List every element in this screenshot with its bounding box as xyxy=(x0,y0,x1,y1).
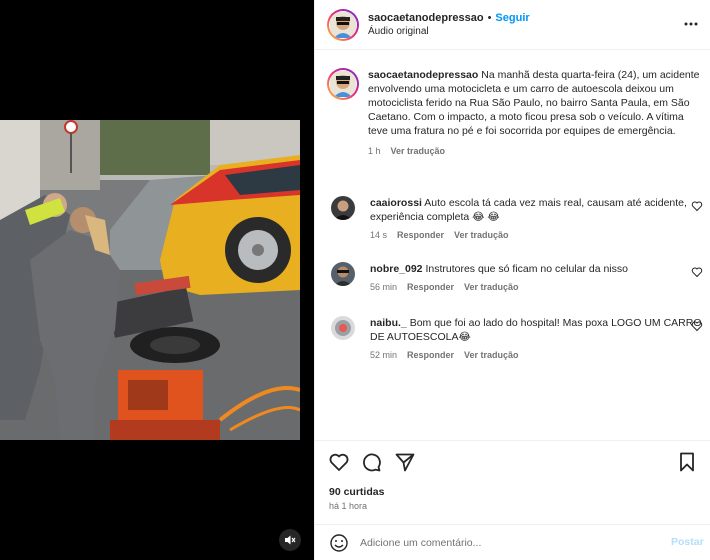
comment-icon[interactable] xyxy=(360,451,382,473)
video-frame xyxy=(0,120,300,440)
caption-time[interactable]: 1 h xyxy=(368,146,381,156)
instagram-post-modal: saocaetanodepressao • Seguir Áudio origina… xyxy=(0,0,710,560)
more-options-button[interactable] xyxy=(681,14,701,34)
post-actions: 90 curtidas há 1 hora xyxy=(315,440,710,520)
comment-composer: Postar xyxy=(315,524,710,560)
separator-dot: • xyxy=(487,11,492,24)
avatar-icon xyxy=(331,262,355,286)
commenter-avatar[interactable] xyxy=(331,316,355,340)
comment-item: caaiorossi Auto escola tá cada vez mais … xyxy=(331,196,706,240)
comment-time[interactable]: 56 min xyxy=(370,282,397,292)
caption-translate-link[interactable]: Ver tradução xyxy=(391,146,446,156)
comment-body: Bom que foi ao lado do hospital! Mas pox… xyxy=(370,317,702,343)
comment-item: naibu._ Bom que foi ao lado do hospital!… xyxy=(331,316,706,360)
comments-section[interactable]: saocaetanodepressao Na manhã desta quart… xyxy=(315,50,710,440)
commenter-avatar[interactable] xyxy=(331,262,355,286)
comment-text: naibu._ Bom que foi ao lado do hospital!… xyxy=(370,316,704,344)
media-pane xyxy=(0,0,314,560)
heart-icon[interactable] xyxy=(691,200,703,212)
emoji-icon[interactable] xyxy=(329,533,349,553)
mute-icon xyxy=(285,535,296,545)
translate-link[interactable]: Ver tradução xyxy=(454,230,509,240)
comment-username[interactable]: naibu._ xyxy=(370,317,407,329)
comment-time[interactable]: 14 s xyxy=(370,230,387,240)
mute-button[interactable] xyxy=(279,529,301,551)
more-options-icon xyxy=(684,22,698,26)
comment-meta: 14 s Responder Ver tradução xyxy=(370,230,688,240)
reply-button[interactable]: Responder xyxy=(407,350,454,360)
post-side-panel: saocaetanodepressao • Seguir Áudio origina… xyxy=(314,0,710,560)
comment-username[interactable]: caaiorossi xyxy=(370,197,422,209)
comment-input[interactable] xyxy=(360,534,650,552)
avatar-icon xyxy=(331,196,355,220)
caption-text: saocaetanodepressao Na manhã desta quart… xyxy=(368,68,702,138)
author-username[interactable]: saocaetanodepressao xyxy=(368,12,484,24)
avatar-icon xyxy=(331,316,355,340)
header-text: saocaetanodepressao • Seguir Áudio origina… xyxy=(368,11,530,39)
audio-label[interactable]: Áudio original xyxy=(368,25,530,39)
comment-item: nobre_092 Instrutores que só ficam no ce… xyxy=(331,262,706,292)
caption-meta: 1 h Ver tradução xyxy=(368,144,702,158)
post-comment-button[interactable]: Postar xyxy=(671,536,704,548)
save-icon[interactable] xyxy=(676,451,698,473)
reply-button[interactable]: Responder xyxy=(397,230,444,240)
caption-username[interactable]: saocaetanodepressao xyxy=(368,69,478,81)
comment-text: caaiorossi Auto escola tá cada vez mais … xyxy=(370,196,704,224)
comment-time[interactable]: 52 min xyxy=(370,350,397,360)
translate-link[interactable]: Ver tradução xyxy=(464,282,519,292)
avatar-face-icon xyxy=(330,11,356,38)
post-time[interactable]: há 1 hora xyxy=(329,501,367,511)
follow-button[interactable]: Seguir xyxy=(495,12,529,24)
post-video[interactable] xyxy=(0,120,300,440)
comment-body: Instrutores que só ficam no celular da n… xyxy=(425,263,628,275)
like-icon[interactable] xyxy=(328,451,350,473)
translate-link[interactable]: Ver tradução xyxy=(464,350,519,360)
heart-icon[interactable] xyxy=(691,266,703,278)
likes-count[interactable]: 90 curtidas xyxy=(329,486,384,498)
comment-username[interactable]: nobre_092 xyxy=(370,263,423,275)
post-caption: saocaetanodepressao Na manhã desta quart… xyxy=(327,68,702,158)
author-avatar[interactable] xyxy=(327,8,359,41)
commenter-avatar[interactable] xyxy=(331,196,355,220)
share-icon[interactable] xyxy=(394,451,416,473)
post-header: saocaetanodepressao • Seguir Áudio origina… xyxy=(315,0,710,50)
comment-meta: 56 min Responder Ver tradução xyxy=(370,282,688,292)
comment-meta: 52 min Responder Ver tradução xyxy=(370,350,688,360)
reply-button[interactable]: Responder xyxy=(407,282,454,292)
heart-icon[interactable] xyxy=(691,320,703,332)
comment-text: nobre_092 Instrutores que só ficam no ce… xyxy=(370,262,704,276)
caption-avatar[interactable] xyxy=(327,68,359,100)
avatar-face-icon xyxy=(330,71,356,97)
